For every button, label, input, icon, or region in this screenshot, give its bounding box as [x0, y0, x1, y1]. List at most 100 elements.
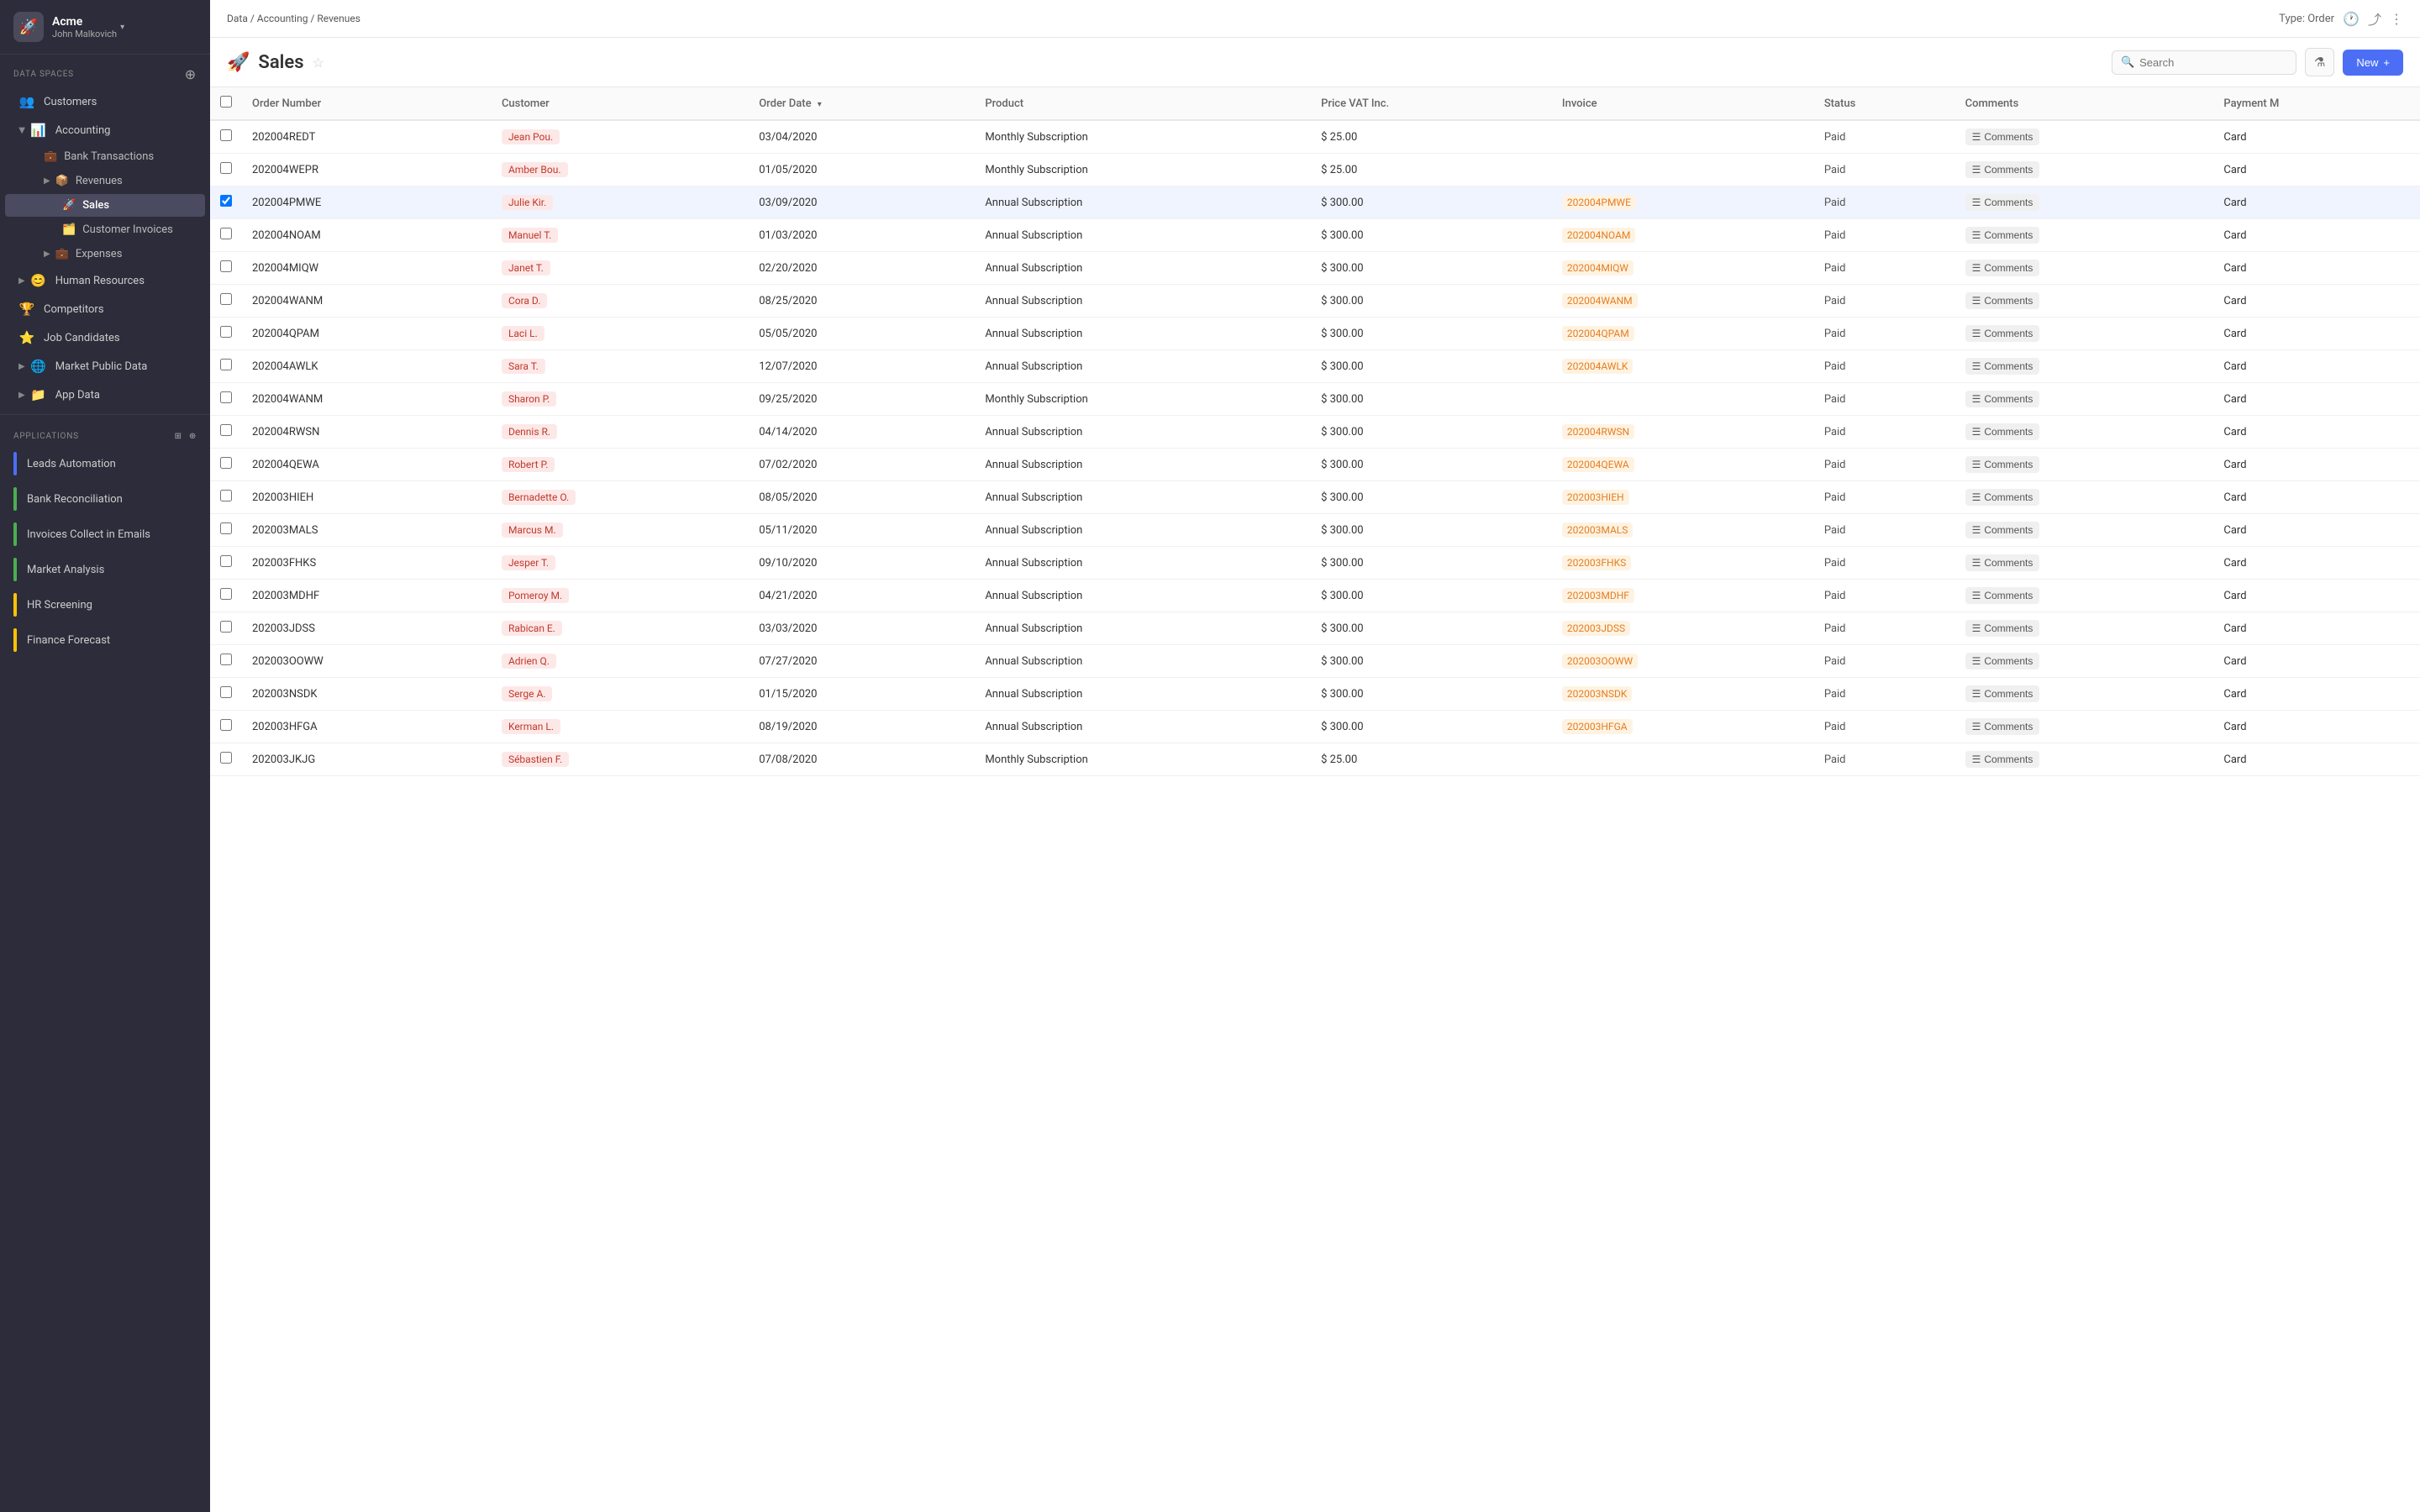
invoice-link[interactable]: 202003FHKS	[1562, 555, 1631, 570]
select-all-header[interactable]	[210, 87, 242, 120]
invoice-link[interactable]: 202004NOAM	[1562, 228, 1635, 243]
share-icon[interactable]: ⤴	[2368, 8, 2381, 29]
favorite-star-icon[interactable]: ☆	[313, 55, 324, 71]
row-checkbox[interactable]	[220, 293, 232, 305]
sidebar-item-customer-invoices[interactable]: 🗂️ Customer Invoices	[5, 218, 205, 241]
app-item-invoices-collect[interactable]: Invoices Collect in Emails	[0, 517, 210, 552]
row-checkbox-cell[interactable]	[210, 678, 242, 711]
app-item-bank-reconciliation[interactable]: Bank Reconciliation	[0, 481, 210, 517]
row-checkbox[interactable]	[220, 490, 232, 501]
comments-button[interactable]: ☰ Comments	[1965, 751, 2040, 768]
comments-button[interactable]: ☰ Comments	[1965, 489, 2040, 506]
invoice-link[interactable]: 202003HIEH	[1562, 490, 1629, 505]
comments-button[interactable]: ☰ Comments	[1965, 685, 2040, 702]
row-checkbox-cell[interactable]	[210, 383, 242, 416]
comments-button[interactable]: ☰ Comments	[1965, 227, 2040, 244]
select-all-checkbox[interactable]	[220, 96, 232, 108]
row-checkbox-cell[interactable]	[210, 416, 242, 449]
breadcrumb-data[interactable]: Data	[227, 13, 248, 24]
row-checkbox-cell[interactable]	[210, 219, 242, 252]
row-checkbox[interactable]	[220, 588, 232, 600]
breadcrumb-revenues[interactable]: Revenues	[317, 13, 360, 24]
search-bar[interactable]: 🔍	[2112, 50, 2296, 75]
customer-badge[interactable]: Dennis R.	[502, 424, 557, 439]
row-checkbox[interactable]	[220, 457, 232, 469]
customer-badge[interactable]: Robert P.	[502, 457, 555, 472]
apps-grid-icon[interactable]: ⊞	[175, 432, 182, 441]
row-checkbox[interactable]	[220, 621, 232, 633]
customer-badge[interactable]: Sébastien F.	[502, 752, 569, 767]
col-order-date[interactable]: Order Date ▾	[749, 87, 975, 120]
sidebar-item-accounting[interactable]: ▶ 📊 Accounting	[5, 117, 205, 144]
customer-badge[interactable]: Bernadette O.	[502, 490, 576, 505]
customer-badge[interactable]: Amber Bou.	[502, 162, 568, 177]
sidebar-item-bank-transactions[interactable]: 💼 Bank Transactions	[5, 145, 205, 168]
sidebar-item-revenues[interactable]: ▶ 📦 Revenues	[5, 170, 205, 192]
invoice-link[interactable]: 202003JDSS	[1562, 621, 1630, 636]
row-checkbox-cell[interactable]	[210, 186, 242, 219]
customer-badge[interactable]: Sara T.	[502, 359, 545, 374]
app-item-market-analysis[interactable]: Market Analysis	[0, 552, 210, 587]
customer-badge[interactable]: Kerman L.	[502, 719, 560, 734]
sidebar-item-expenses[interactable]: ▶ 💼 Expenses	[5, 243, 205, 265]
app-item-hr-screening[interactable]: HR Screening	[0, 587, 210, 622]
sidebar-item-job-candidates[interactable]: ⭐ Job Candidates	[5, 324, 205, 351]
row-checkbox[interactable]	[220, 195, 232, 207]
row-checkbox-cell[interactable]	[210, 481, 242, 514]
row-checkbox-cell[interactable]	[210, 350, 242, 383]
row-checkbox-cell[interactable]	[210, 645, 242, 678]
invoice-link[interactable]: 202003HFGA	[1562, 719, 1633, 734]
invoice-link[interactable]: 202004WANM	[1562, 293, 1638, 308]
row-checkbox-cell[interactable]	[210, 318, 242, 350]
comments-button[interactable]: ☰ Comments	[1965, 129, 2040, 145]
invoice-link[interactable]: 202004AWLK	[1562, 359, 1634, 374]
row-checkbox-cell[interactable]	[210, 252, 242, 285]
customer-badge[interactable]: Rabican E.	[502, 621, 562, 636]
customer-badge[interactable]: Marcus M.	[502, 522, 563, 538]
comments-button[interactable]: ☰ Comments	[1965, 423, 2040, 440]
sidebar-item-app-data[interactable]: ▶ 📁 App Data	[5, 381, 205, 408]
clock-icon[interactable]: 🕐	[2343, 11, 2360, 27]
row-checkbox-cell[interactable]	[210, 285, 242, 318]
comments-button[interactable]: ☰ Comments	[1965, 161, 2040, 178]
comments-button[interactable]: ☰ Comments	[1965, 620, 2040, 637]
invoice-link[interactable]: 202004QEWA	[1562, 457, 1634, 472]
invoice-link[interactable]: 202004PMWE	[1562, 195, 1636, 210]
comments-button[interactable]: ☰ Comments	[1965, 391, 2040, 407]
customer-badge[interactable]: Jean Pou.	[502, 129, 560, 144]
comments-button[interactable]: ☰ Comments	[1965, 292, 2040, 309]
row-checkbox[interactable]	[220, 260, 232, 272]
customer-badge[interactable]: Serge A.	[502, 686, 553, 701]
customer-badge[interactable]: Pomeroy M.	[502, 588, 569, 603]
customer-badge[interactable]: Janet T.	[502, 260, 550, 276]
invoice-link[interactable]: 202003MDHF	[1562, 588, 1634, 603]
row-checkbox-cell[interactable]	[210, 449, 242, 481]
customer-badge[interactable]: Cora D.	[502, 293, 547, 308]
invoice-link[interactable]: 202003NSDK	[1562, 686, 1633, 701]
row-checkbox[interactable]	[220, 359, 232, 370]
row-checkbox[interactable]	[220, 654, 232, 665]
sidebar-item-sales[interactable]: 🚀 Sales	[5, 194, 205, 217]
comments-button[interactable]: ☰ Comments	[1965, 358, 2040, 375]
more-options-icon[interactable]: ⋮	[2390, 11, 2403, 27]
apps-add-icon[interactable]: ⊕	[189, 432, 197, 441]
comments-button[interactable]: ☰ Comments	[1965, 260, 2040, 276]
sidebar-item-market-public-data[interactable]: ▶ 🌐 Market Public Data	[5, 353, 205, 380]
customer-badge[interactable]: Manuel T.	[502, 228, 558, 243]
comments-button[interactable]: ☰ Comments	[1965, 554, 2040, 571]
row-checkbox-cell[interactable]	[210, 514, 242, 547]
new-button[interactable]: New +	[2343, 50, 2403, 76]
customer-badge[interactable]: Laci L.	[502, 326, 544, 341]
invoice-link[interactable]: 202004QPAM	[1562, 326, 1634, 341]
row-checkbox[interactable]	[220, 129, 232, 141]
sidebar-item-competitors[interactable]: 🏆 Competitors	[5, 296, 205, 323]
row-checkbox-cell[interactable]	[210, 711, 242, 743]
comments-button[interactable]: ☰ Comments	[1965, 653, 2040, 669]
row-checkbox-cell[interactable]	[210, 743, 242, 776]
row-checkbox[interactable]	[220, 555, 232, 567]
customer-badge[interactable]: Julie Kir.	[502, 195, 553, 210]
sidebar-item-human-resources[interactable]: ▶ 😊 Human Resources	[5, 267, 205, 294]
customer-badge[interactable]: Adrien Q.	[502, 654, 556, 669]
row-checkbox[interactable]	[220, 326, 232, 338]
invoice-link[interactable]: 202003MALS	[1562, 522, 1633, 538]
